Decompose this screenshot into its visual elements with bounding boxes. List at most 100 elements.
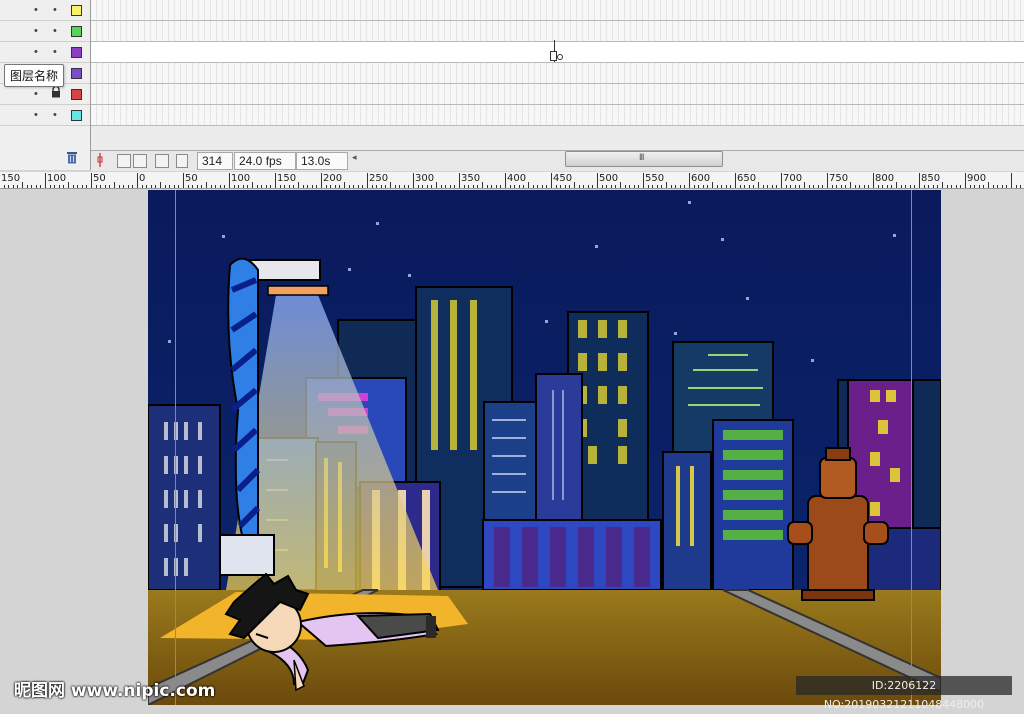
ruler-tick xyxy=(36,185,37,188)
stage-canvas[interactable] xyxy=(148,190,941,705)
layer-row[interactable]: • • xyxy=(0,0,90,21)
ruler-tick xyxy=(165,185,166,188)
ruler-tick xyxy=(215,185,216,188)
lock-dot-icon[interactable]: • xyxy=(53,25,57,37)
timeline-horizontal-scrollbar[interactable]: III xyxy=(565,151,723,167)
frame-row[interactable] xyxy=(91,0,1024,21)
ruler-tick xyxy=(887,185,888,188)
frame-row[interactable] xyxy=(91,63,1024,84)
ruler-tick xyxy=(280,185,281,188)
ruler-tick xyxy=(339,185,340,188)
ruler-tick xyxy=(82,185,83,188)
ruler-tick xyxy=(201,185,202,188)
ruler-tick xyxy=(174,185,175,188)
frame-grid[interactable] xyxy=(91,0,1024,150)
playhead-marker-icon[interactable] xyxy=(95,153,105,167)
ruler-tick xyxy=(192,185,193,188)
ruler-tick xyxy=(77,185,78,188)
ruler-tick xyxy=(477,185,478,188)
ruler-tick xyxy=(8,185,9,188)
layer-color-swatch[interactable] xyxy=(71,26,82,37)
keyframe-marker[interactable] xyxy=(550,51,557,61)
ruler-label: 450 xyxy=(553,173,573,184)
ruler-tick xyxy=(960,185,961,188)
ruler-tick xyxy=(211,185,212,188)
ruler-label: 400 xyxy=(507,173,527,184)
layer-row[interactable]: • • xyxy=(0,21,90,42)
ruler-tick xyxy=(845,185,846,188)
frame-row[interactable] xyxy=(91,84,1024,105)
layer-color-swatch[interactable] xyxy=(71,5,82,16)
ruler-tick xyxy=(119,185,120,188)
ruler-tick xyxy=(997,185,998,188)
ruler-tick xyxy=(188,185,189,188)
ruler-tick xyxy=(431,185,432,188)
ruler-tick xyxy=(859,185,860,188)
ruler-tick xyxy=(703,185,704,188)
stage-guide-right[interactable] xyxy=(911,190,912,705)
ruler-tick xyxy=(395,185,396,188)
ruler-tick xyxy=(59,185,60,188)
layer-row[interactable]: • xyxy=(0,84,90,105)
city-night-illustration xyxy=(148,190,941,705)
ruler-label: 100 xyxy=(47,173,67,184)
ruler-tick xyxy=(781,173,782,188)
ruler-tick xyxy=(86,185,87,188)
edit-multiple-frames-icon[interactable] xyxy=(155,154,169,168)
ruler-tick xyxy=(505,173,506,188)
ruler-label: 0 xyxy=(139,173,146,184)
ruler-tick xyxy=(625,185,626,188)
layer-color-swatch[interactable] xyxy=(71,89,82,100)
ruler-tick xyxy=(496,185,497,188)
ruler-tick xyxy=(96,185,97,188)
ruler-tick xyxy=(882,185,883,188)
ruler-tick xyxy=(749,185,750,188)
layer-color-swatch[interactable] xyxy=(71,47,82,58)
ruler-tick xyxy=(712,182,713,188)
ruler-tick xyxy=(234,185,235,188)
ruler-tick xyxy=(459,173,460,188)
ruler-tick xyxy=(100,185,101,188)
layer-color-swatch[interactable] xyxy=(71,110,82,121)
lock-icon[interactable] xyxy=(51,85,61,101)
ruler-tick xyxy=(965,173,966,188)
lock-dot-icon[interactable]: • xyxy=(53,46,57,58)
ruler-tick xyxy=(675,185,676,188)
trash-icon[interactable] xyxy=(66,151,78,164)
lock-dot-icon[interactable]: • xyxy=(53,4,57,16)
layer-color-swatch[interactable] xyxy=(71,68,82,79)
ruler-tick xyxy=(666,182,667,188)
layer-row[interactable]: • • xyxy=(0,105,90,126)
frame-row[interactable] xyxy=(91,105,1024,126)
ruler-label: 850 xyxy=(921,173,941,184)
ruler-tick xyxy=(799,185,800,188)
keyframe-dot[interactable] xyxy=(557,54,563,60)
stage-guide-left[interactable] xyxy=(175,190,176,705)
ruler-tick xyxy=(592,185,593,188)
ruler-tick xyxy=(362,185,363,188)
ruler-tick xyxy=(528,182,529,188)
ruler-tick xyxy=(441,185,442,188)
visibility-dot-icon[interactable]: • xyxy=(34,25,38,37)
ruler-tick xyxy=(698,185,699,188)
ruler-tick xyxy=(418,185,419,188)
ruler-tick xyxy=(316,185,317,188)
visibility-dot-icon[interactable]: • xyxy=(34,88,38,100)
ruler-label: 500 xyxy=(599,173,619,184)
onion-skin-outlines-icon[interactable] xyxy=(133,154,147,168)
frame-row-active[interactable] xyxy=(91,42,1024,63)
ruler-tick xyxy=(427,185,428,188)
ruler-tick xyxy=(247,185,248,188)
frame-row[interactable] xyxy=(91,21,1024,42)
frame-rate-field[interactable]: 24.0 fps xyxy=(234,152,296,170)
visibility-dot-icon[interactable]: • xyxy=(34,109,38,121)
lock-dot-icon[interactable]: • xyxy=(53,109,57,121)
visibility-dot-icon[interactable]: • xyxy=(34,46,38,58)
layer-row[interactable]: • • xyxy=(0,42,90,63)
scroll-left-arrow-icon[interactable]: ◂ xyxy=(352,152,357,163)
ruler-tick xyxy=(579,185,580,188)
onion-skin-icon[interactable] xyxy=(117,154,131,168)
center-frame-icon[interactable] xyxy=(176,154,188,168)
visibility-dot-icon[interactable]: • xyxy=(34,4,38,16)
ruler-tick xyxy=(1016,185,1017,188)
